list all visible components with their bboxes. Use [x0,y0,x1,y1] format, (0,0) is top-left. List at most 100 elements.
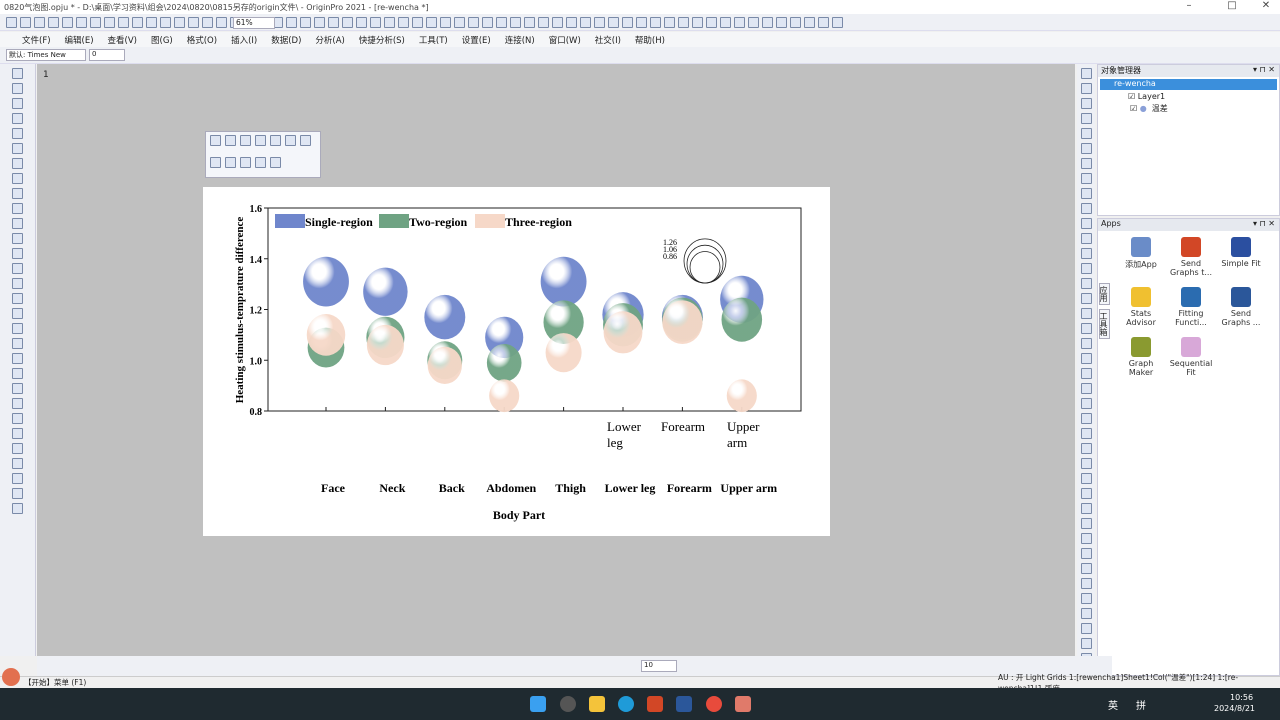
toolbar-button-icon[interactable] [580,16,591,28]
toolbar-button-icon[interactable] [1080,428,1092,439]
ime-english[interactable]: 英 [1108,697,1118,712]
toolbar-button-icon[interactable] [1080,413,1092,424]
toolbar-button-icon[interactable] [1080,563,1092,574]
toolbar-button-icon[interactable] [608,16,619,28]
bubble-two-region[interactable] [721,297,763,342]
toolbar-button-icon[interactable] [12,113,23,124]
toolbar-button-icon[interactable] [202,16,213,28]
toolbar-button-icon[interactable] [1080,398,1092,409]
word-icon[interactable] [676,696,692,712]
toolbar-button-icon[interactable] [818,16,829,28]
toolbar-button-icon[interactable] [426,16,437,28]
toolbar-button-icon[interactable] [6,16,17,28]
minimize-button[interactable]: – [1175,0,1203,11]
graph-page[interactable]: 0.8 1.0 1.2 1.4 1.6 Face Neck Back Abdomen Thigh L… [203,187,830,536]
toolbar-button-icon[interactable] [706,16,717,28]
origin-taskbar-icon[interactable] [735,696,751,712]
toolbar-button-icon[interactable] [1080,263,1092,274]
toolbar-button-icon[interactable] [300,135,311,146]
bubble-single-region[interactable] [540,256,587,307]
toolbar-button-icon[interactable] [748,16,759,28]
toolbar-button-icon[interactable] [12,368,23,379]
menu-item[interactable]: 查看(V) [108,34,137,46]
menu-item[interactable]: 图(G) [151,34,173,46]
toolbar-button-icon[interactable] [1080,518,1092,529]
toolbar-button-icon[interactable] [255,135,266,146]
toolbar-button-icon[interactable] [12,278,23,289]
toolbar-button-icon[interactable] [12,173,23,184]
toolbar-button-icon[interactable] [1080,578,1092,589]
toolbar-button-icon[interactable] [12,308,23,319]
toolbar-button-icon[interactable] [225,156,236,168]
toolbar-button-icon[interactable] [370,16,381,28]
toolbar-button-icon[interactable] [356,16,367,28]
bubble-three-region[interactable] [427,346,462,384]
toolbar-button-icon[interactable] [12,128,23,139]
toolbar-button-icon[interactable] [1080,383,1092,394]
tree-plot[interactable]: ☑ ● 温差 [1098,103,1279,114]
clock-time[interactable]: 10:56 [1230,693,1253,702]
toolbar-button-icon[interactable] [650,16,661,28]
toolbar-button-icon[interactable] [12,488,23,499]
toolbar-button-icon[interactable] [12,353,23,364]
toolbar-button-icon[interactable] [342,16,353,28]
toolbar-button-icon[interactable] [384,16,395,28]
menu-item[interactable]: 社交(I) [595,34,621,46]
toolbar-button-icon[interactable] [524,16,535,28]
toolbar-button-icon[interactable] [678,16,689,28]
menu-item[interactable]: 快捷分析(S) [359,34,405,46]
toolbar-button-icon[interactable] [20,16,31,28]
toolbar-button-icon[interactable] [622,16,633,28]
toolbar-button-icon[interactable] [118,16,129,28]
tree-root[interactable]: re-wencha [1100,79,1277,90]
close-button[interactable]: ✕ [1252,0,1280,11]
file-explorer-icon[interactable] [589,696,605,712]
toolbar-button-icon[interactable] [12,83,23,94]
toolbar-button-icon[interactable] [1080,98,1092,109]
tree-layer[interactable]: ☑ Layer1 [1098,92,1279,103]
toolbar-button-icon[interactable] [240,135,251,146]
menu-item[interactable]: 设置(E) [462,34,491,46]
toolbar-button-icon[interactable] [225,135,236,146]
toolbar-button-icon[interactable] [496,16,507,28]
toolbar-button-icon[interactable] [12,218,23,229]
toolbar-button-icon[interactable] [12,188,23,199]
toolbar-button-icon[interactable] [734,16,745,28]
bubble-three-region[interactable] [489,379,520,413]
toolbar-button-icon[interactable] [1080,203,1092,214]
toolbar-button-icon[interactable] [790,16,801,28]
bubble-two-region[interactable] [486,343,522,382]
zoom-select[interactable]: 61% [233,17,275,29]
apps-tab-apps[interactable]: 应用 [1099,283,1110,305]
font-select[interactable]: 默认: Times New [6,49,86,61]
toolbar-button-icon[interactable] [12,443,23,454]
toolbar-button-icon[interactable] [482,16,493,28]
app-icon[interactable] [560,696,576,712]
app-item[interactable]: Simple Fit [1216,237,1266,268]
bubble-single-region[interactable] [303,256,349,307]
toolbar-button-icon[interactable] [1080,278,1092,289]
menu-item[interactable]: 工具(T) [419,34,448,46]
toolbar-button-icon[interactable] [12,413,23,424]
size-select[interactable]: 10 [641,660,677,672]
powerpoint-icon[interactable] [647,696,663,712]
toolbar-button-icon[interactable] [34,16,45,28]
toolbar-button-icon[interactable] [1080,353,1092,364]
toolbar-button-icon[interactable] [1080,593,1092,604]
toolbar-button-icon[interactable] [255,156,266,168]
toolbar-button-icon[interactable] [210,156,221,168]
toolbar-button-icon[interactable] [104,16,115,28]
toolbar-button-icon[interactable] [1080,473,1092,484]
toolbar-button-icon[interactable] [1080,638,1092,649]
toolbar-button-icon[interactable] [1080,308,1092,319]
toolbar-button-icon[interactable] [12,473,23,484]
app-item[interactable]: Fitting Functi... [1166,287,1216,327]
toolbar-button-icon[interactable] [12,428,23,439]
toolbar-button-icon[interactable] [12,248,23,259]
toolbar-button-icon[interactable] [160,16,171,28]
toolbar-button-icon[interactable] [1080,158,1092,169]
toolbar-button-icon[interactable] [1080,338,1092,349]
menu-item[interactable]: 分析(A) [315,34,344,46]
toolbar-button-icon[interactable] [12,293,23,304]
toolbar-button-icon[interactable] [90,16,101,28]
